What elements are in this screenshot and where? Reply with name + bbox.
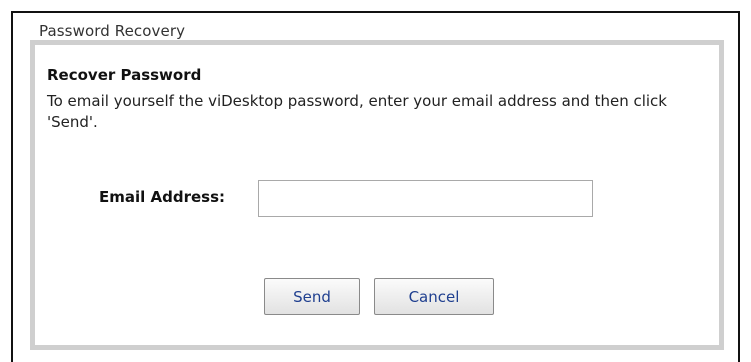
recover-password-panel: Recover Password To email yourself the v… [30, 40, 724, 350]
email-address-label: Email Address: [99, 188, 226, 206]
instructions-text: To email yourself the viDesktop password… [47, 92, 667, 131]
password-recovery-dialog: Password Recovery Recover Password To em… [11, 11, 740, 362]
cancel-button[interactable]: Cancel [374, 278, 494, 315]
dialog-title: Password Recovery [39, 22, 186, 40]
email-address-input[interactable] [258, 180, 593, 217]
send-button[interactable]: Send [264, 278, 360, 315]
panel-heading: Recover Password [47, 66, 202, 84]
